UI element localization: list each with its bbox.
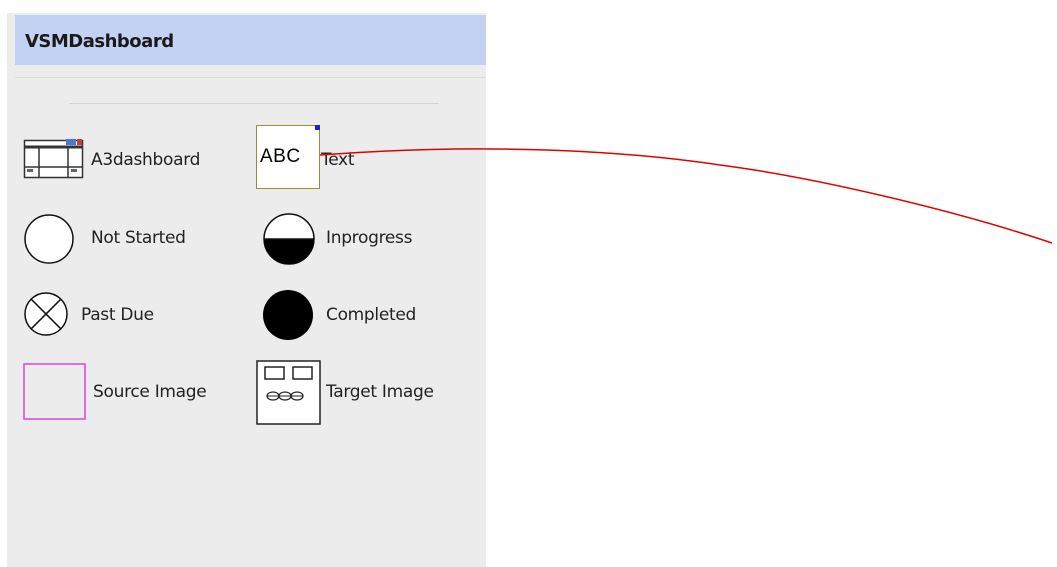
text-box-sample: ABC [260,146,301,167]
stencil-separator [69,103,439,104]
shape-source-image[interactable]: Source Image [22,362,247,420]
dashboard-frame-icon [23,139,84,179]
empty-circle-icon [24,214,74,264]
shape-label: Past Due [81,305,154,325]
shape-label: Inprogress [326,228,413,248]
selection-handle[interactable] [315,125,320,130]
header-divider [15,77,486,78]
shape-completed[interactable]: Completed [260,288,455,342]
shape-label: Source Image [93,382,207,402]
target-frame-icon [256,360,321,425]
shape-target-image[interactable]: Target Image [256,360,474,426]
shape-past-due[interactable]: Past Due [22,290,247,340]
shape-label: Target Image [326,382,434,402]
filled-circle-icon [263,290,313,340]
shape-label: Text [321,150,355,170]
half-filled-circle-icon [263,213,315,265]
shape-label: A3dashboard [91,150,201,170]
crossed-circle-icon [24,292,68,336]
shape-inprogress[interactable]: Inprogress [260,213,450,265]
shape-not-started[interactable]: Not Started [22,213,247,264]
shape-a3dashboard[interactable]: A3dashboard [22,135,247,185]
drawing-canvas[interactable]: VSMDashboard A3dashboard Text ABC Not St… [0,0,1057,567]
stencil-header[interactable]: VSMDashboard [15,15,486,65]
text-box-icon[interactable]: ABC [256,125,320,189]
magenta-square-icon [23,363,86,420]
shape-label: Not Started [91,228,186,248]
stencil-title: VSMDashboard [25,31,174,52]
shape-label: Completed [326,305,417,325]
